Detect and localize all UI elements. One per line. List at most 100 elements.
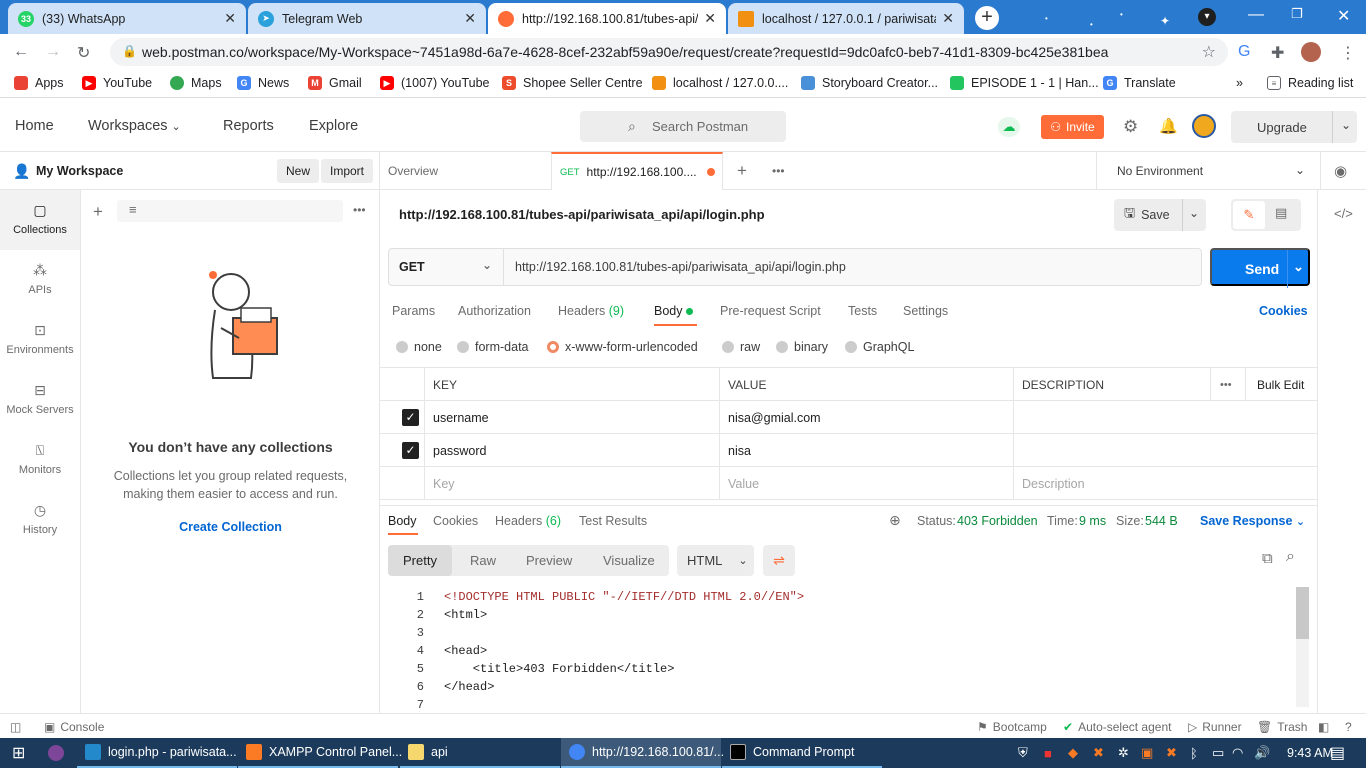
tab-authorization[interactable]: Authorization [458, 304, 531, 318]
browser-tab-phpmyadmin[interactable]: localhost / 127.0.0.1 / pariwisata_ ✕ [728, 3, 964, 34]
more-options-icon[interactable]: ••• [1211, 368, 1232, 401]
tray-icon[interactable]: ✖ [1158, 738, 1185, 768]
windows-start-icon[interactable]: ⊞ [4, 738, 33, 768]
restore-icon[interactable]: ❐ [1291, 6, 1303, 22]
scrollbar-thumb[interactable] [1296, 587, 1309, 639]
globe-icon[interactable]: ⊕ [889, 512, 901, 529]
row-checkbox[interactable]: ✓ [402, 409, 419, 426]
avatar[interactable] [1192, 114, 1216, 138]
bootcamp-button[interactable]: ⚑ Bootcamp [977, 720, 1047, 734]
format-pretty[interactable]: Pretty [388, 545, 452, 576]
format-raw[interactable]: Raw [455, 545, 511, 576]
size-value[interactable]: 544 B [1145, 514, 1178, 528]
format-preview[interactable]: Preview [511, 545, 587, 576]
taskbar-item-vscode[interactable]: login.php - pariwisata... [77, 738, 237, 768]
reading-list[interactable]: ≡ Reading list [1267, 76, 1353, 90]
language-select[interactable]: HTML ⌄ [677, 545, 754, 576]
nav-workspaces[interactable]: Workspaces ⌄ [88, 118, 181, 134]
bookmark-apps[interactable]: Apps [14, 76, 64, 90]
tab-headers[interactable]: Headers (9) [558, 304, 624, 318]
avatar[interactable] [1301, 42, 1321, 62]
close-icon[interactable]: ✕ [464, 10, 476, 27]
trash-button[interactable]: 🗑 Trash [1257, 720, 1307, 734]
description-cell[interactable] [1013, 401, 1022, 434]
sidebar-item-apis[interactable]: ⁂ APIs [0, 250, 80, 310]
request-title[interactable]: http://192.168.100.81/tubes-api/pariwisa… [399, 207, 765, 222]
search-input[interactable]: ⌕ Search Postman [580, 111, 786, 142]
bookmark-episode[interactable]: EPISODE 1 - 1 | Han... [950, 76, 1099, 90]
tab-search-icon[interactable]: ▾ [1198, 8, 1216, 26]
response-tab-body[interactable]: Body [388, 514, 417, 528]
bookmark-storyboard[interactable]: Storyboard Creator... [801, 76, 938, 90]
send-button[interactable]: Send ⌄ [1210, 248, 1310, 288]
taskbar-item-cmd[interactable]: Command Prompt [722, 738, 882, 768]
import-button[interactable]: Import [321, 159, 374, 183]
tab-overview[interactable]: Overview [388, 152, 438, 190]
settings-icon[interactable]: ⚙ [1123, 117, 1138, 137]
new-button[interactable]: New [277, 159, 320, 183]
tray-icon[interactable]: ◆ [1060, 738, 1086, 768]
menu-icon[interactable]: ⋮ [1340, 43, 1356, 63]
copy-icon[interactable]: ⧉ [1262, 550, 1273, 567]
help-icon[interactable]: ? [1345, 720, 1352, 734]
taskbar-item-chrome[interactable]: http://192.168.100.81/... [561, 738, 724, 768]
chevron-down-icon[interactable]: ⌄ [1293, 259, 1304, 275]
bookmark-youtube[interactable]: ▶ YouTube [82, 76, 152, 90]
description-placeholder[interactable]: Description [1013, 467, 1085, 500]
workspace-name[interactable]: My Workspace [36, 164, 123, 178]
nav-explore[interactable]: Explore [309, 118, 358, 134]
value-placeholder[interactable]: Value [719, 467, 759, 500]
radio-x-www-form-urlencoded[interactable]: x-www-form-urlencoded [547, 340, 698, 354]
edit-icon[interactable]: ✎ [1233, 201, 1265, 229]
browser-tab-telegram[interactable]: ➤ Telegram Web ✕ [248, 3, 486, 34]
browser-tab-whatsapp[interactable]: 33 (33) WhatsApp ✕ [8, 3, 246, 34]
back-icon[interactable]: ← [13, 43, 29, 61]
toggle-sidebar-icon[interactable]: ◫ [10, 720, 21, 734]
taskbar-item-explorer[interactable]: api [400, 738, 560, 768]
runner-button[interactable]: ▷ Runner [1188, 720, 1242, 734]
radio-form-data[interactable]: form-data [457, 340, 529, 354]
volume-icon[interactable]: 🔊 [1246, 738, 1278, 768]
key-placeholder[interactable]: Key [424, 467, 455, 500]
more-options-icon[interactable]: ••• [353, 203, 366, 217]
sidebar-item-monitors[interactable]: ⍂ Monitors [0, 430, 80, 490]
wrap-lines-icon[interactable]: ⇌ [763, 545, 795, 576]
value-cell[interactable]: nisa [719, 434, 751, 467]
tray-icon[interactable]: ✖ [1085, 738, 1112, 768]
auto-select-agent-button[interactable]: ✔ Auto-select agent [1063, 720, 1171, 734]
notifications-icon[interactable]: ▤ [1322, 738, 1353, 768]
taskbar-item-xampp[interactable]: XAMPP Control Panel... [238, 738, 402, 768]
minimize-icon[interactable]: — [1248, 6, 1264, 24]
environment-selector[interactable]: No Environment ⌄ ◉ [1096, 152, 1366, 190]
tray-icon[interactable]: ■ [1036, 738, 1060, 768]
radio-binary[interactable]: binary [776, 340, 828, 354]
bluetooth-icon[interactable]: ᛒ [1182, 738, 1206, 768]
sidebar-item-environments[interactable]: ⊡ Environments [0, 310, 80, 370]
status-value[interactable]: 403 Forbidden [957, 514, 1038, 528]
time-value[interactable]: 9 ms [1079, 514, 1106, 528]
invite-button[interactable]: ⚇ Invite [1041, 115, 1104, 139]
tab-params[interactable]: Params [392, 304, 435, 318]
chevron-down-icon[interactable]: ⌄ [1189, 206, 1199, 220]
tab-settings[interactable]: Settings [903, 304, 948, 318]
radio-none[interactable]: none [396, 340, 442, 354]
tor-browser-icon[interactable] [40, 738, 72, 768]
nav-home[interactable]: Home [15, 118, 54, 134]
bookmark-shopee[interactable]: S Shopee Seller Centre [502, 76, 643, 90]
radio-graphql[interactable]: GraphQL [845, 340, 914, 354]
tab-pre-request-script[interactable]: Pre-request Script [720, 304, 821, 318]
response-tab-headers[interactable]: Headers (6) [495, 514, 561, 528]
bulk-edit-link[interactable]: Bulk Edit [1248, 368, 1304, 401]
save-button[interactable]: 🖫 Save ⌄ [1114, 199, 1206, 231]
bookmark-gmail[interactable]: M Gmail [308, 76, 362, 90]
response-tab-cookies[interactable]: Cookies [433, 514, 478, 528]
sidebar-item-history[interactable]: ◷ History [0, 490, 80, 550]
two-pane-icon[interactable]: ◧ [1318, 720, 1329, 734]
tab-body[interactable]: Body [654, 304, 693, 318]
sidebar-item-collections[interactable]: ▢ Collections [0, 190, 80, 250]
reload-icon[interactable]: ↻ [77, 43, 90, 63]
bookmarks-overflow-icon[interactable]: » [1236, 76, 1243, 90]
nav-reports[interactable]: Reports [223, 118, 274, 134]
row-checkbox[interactable]: ✓ [402, 442, 419, 459]
browser-tab-postman[interactable]: http://192.168.100.81/tubes-api/ ✕ [488, 3, 726, 34]
